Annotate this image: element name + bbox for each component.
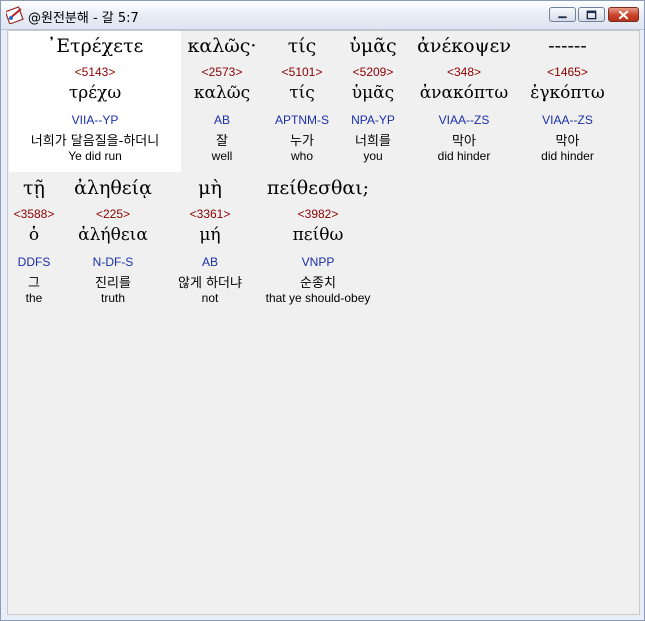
- strong-number: <3361>: [189, 207, 231, 221]
- greek-word: ἀληθείᾳ: [74, 177, 152, 199]
- strong-number: <3982>: [297, 207, 339, 221]
- korean-gloss: 누가: [290, 134, 314, 149]
- english-gloss: you: [363, 149, 383, 163]
- window-title: @원전분해 - 갈 5:7: [28, 11, 139, 26]
- app-logo-icon: [6, 6, 24, 24]
- greek-word: ὑμᾶς: [349, 35, 397, 57]
- korean-gloss: 잘: [216, 134, 228, 149]
- strong-number: <2573>: [201, 65, 243, 79]
- korean-gloss: 그: [28, 276, 40, 291]
- greek-word: μὴ: [198, 177, 222, 199]
- korean-gloss: 않게 하더냐: [178, 276, 242, 291]
- greek-word: καλῶς·: [187, 35, 257, 57]
- lemma: καλῶς: [193, 83, 251, 103]
- lemma: ὁ: [28, 225, 40, 245]
- lemma: ὑμᾶς: [351, 83, 395, 103]
- lemma: μή: [199, 225, 221, 245]
- strong-number: <348>: [446, 65, 482, 79]
- english-gloss: not: [201, 291, 219, 305]
- english-gloss: did hinder: [437, 149, 491, 163]
- greek-word: ᾿Ετρέχετε: [46, 35, 144, 57]
- korean-gloss: 막아: [452, 134, 476, 149]
- english-gloss: truth: [100, 291, 125, 305]
- parse-code: VIIA--YP: [71, 113, 119, 127]
- strong-number: <1465>: [547, 65, 588, 79]
- lemma: ἀλήθεια: [78, 225, 148, 245]
- title-bar[interactable]: @원전분해 - 갈 5:7: [1, 1, 644, 30]
- strong-number: <5209>: [352, 65, 394, 79]
- korean-gloss: 너희를: [355, 134, 391, 149]
- lemma: ἀνακόπτω: [419, 83, 509, 103]
- parse-code: APTNM-S: [275, 113, 329, 127]
- strong-number: <225>: [95, 207, 131, 221]
- minimize-icon: [558, 16, 567, 19]
- strong-number: <5101>: [281, 65, 323, 79]
- english-gloss: that ye should-obey: [265, 291, 371, 305]
- parse-code: DDFS: [17, 255, 51, 269]
- maximize-icon: [586, 10, 597, 20]
- parse-code: AB: [201, 255, 218, 269]
- close-icon: [618, 10, 629, 20]
- english-gloss: who: [290, 149, 313, 163]
- lemma: τρέχω: [68, 83, 122, 103]
- korean-gloss: 순종치: [300, 276, 336, 291]
- parse-code: N-DF-S: [92, 255, 134, 269]
- english-gloss: Ye did run: [68, 149, 122, 163]
- close-button[interactable]: [608, 7, 639, 22]
- parse-code: VIAA--ZS: [438, 113, 490, 127]
- english-gloss: the: [25, 291, 43, 305]
- greek-word: τίς: [287, 35, 317, 57]
- korean-gloss: 진리를: [95, 276, 131, 291]
- parse-code: VIAA--ZS: [542, 113, 593, 127]
- strong-number: <3588>: [13, 207, 55, 221]
- app-window: @원전분해 - 갈 5:7 ᾿Ετρέχετε <5143> τρέχω VII…: [0, 0, 645, 621]
- greek-word: πείθεσθαι;: [266, 177, 370, 199]
- lemma: τίς: [289, 83, 315, 103]
- greek-word: τῇ: [23, 177, 45, 199]
- korean-gloss: 막아: [555, 134, 580, 149]
- english-gloss: did hinder: [541, 149, 594, 163]
- english-gloss: well: [211, 149, 233, 163]
- strong-number: <5143>: [74, 65, 116, 79]
- greek-word: ἀνέκοψεν: [417, 35, 511, 57]
- maximize-button[interactable]: [578, 7, 605, 22]
- interlinear-panel: ᾿Ετρέχετε <5143> τρέχω VIIA--YP 너희가 달음질을…: [7, 30, 640, 615]
- parse-code: NPA-YP: [351, 113, 395, 127]
- greek-word: ------: [548, 35, 587, 57]
- parse-code: AB: [213, 113, 230, 127]
- minimize-button[interactable]: [549, 7, 576, 22]
- lemma: ἐγκόπτω: [530, 83, 605, 103]
- korean-gloss: 너희가 달음질을-하더니: [30, 134, 160, 149]
- parse-code: VNPP: [301, 255, 335, 269]
- lemma: πείθω: [292, 225, 344, 245]
